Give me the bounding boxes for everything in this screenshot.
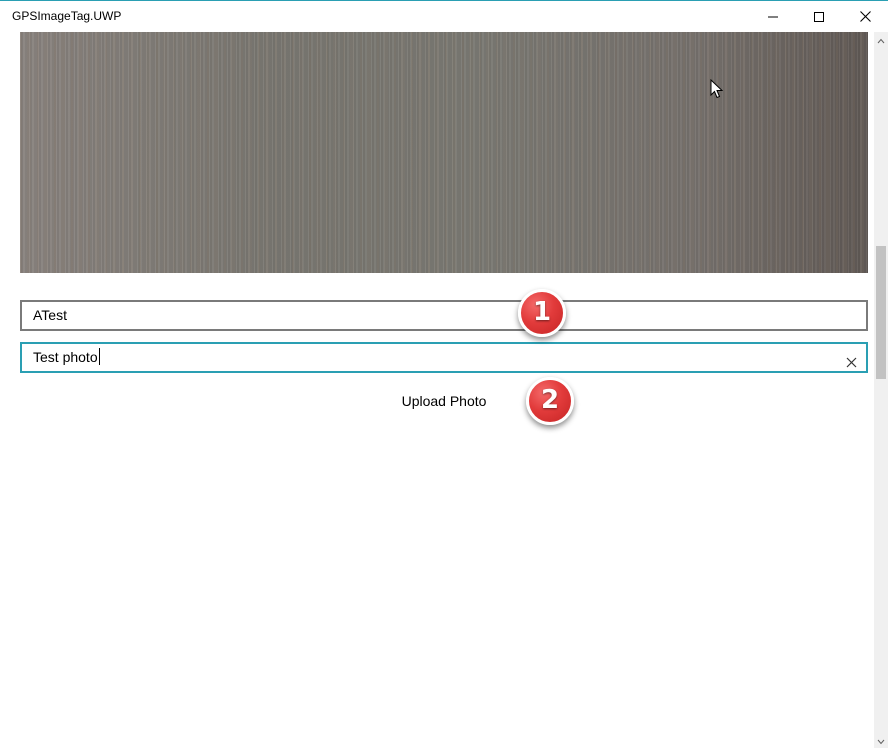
close-icon (859, 11, 871, 22)
close-button[interactable] (842, 1, 888, 32)
clear-x-icon (846, 357, 857, 368)
scrollbar-thumb[interactable] (876, 246, 886, 379)
photo-preview (20, 32, 868, 273)
scroll-up-button[interactable] (874, 34, 888, 46)
maximize-button[interactable] (796, 1, 842, 32)
scroll-down-button[interactable] (874, 735, 888, 747)
text-caret (98, 348, 100, 365)
chevron-down-icon (877, 739, 885, 745)
annotation-badge-1: 1 (518, 289, 566, 337)
mouse-pointer-icon (710, 78, 724, 104)
title-input-value: ATest (33, 307, 67, 323)
app-window: GPSImageTag.UWP ATest Test photo Upload … (0, 0, 888, 748)
main-content: ATest Test photo Upload Photo 1 2 (0, 32, 874, 748)
minimize-icon (768, 16, 778, 17)
clear-text-button[interactable] (845, 351, 858, 368)
description-input-value: Test photo (33, 349, 98, 365)
description-input[interactable]: Test photo (20, 342, 868, 373)
upload-photo-button[interactable]: Upload Photo (380, 387, 508, 415)
chevron-up-icon (877, 38, 885, 44)
title-input[interactable]: ATest (20, 300, 868, 331)
app-title: GPSImageTag.UWP (12, 9, 122, 23)
maximize-icon (814, 11, 824, 22)
minimize-button[interactable] (750, 1, 796, 32)
annotation-badge-2: 2 (526, 377, 574, 425)
vertical-scrollbar[interactable] (874, 32, 888, 748)
title-bar: GPSImageTag.UWP (0, 1, 888, 32)
